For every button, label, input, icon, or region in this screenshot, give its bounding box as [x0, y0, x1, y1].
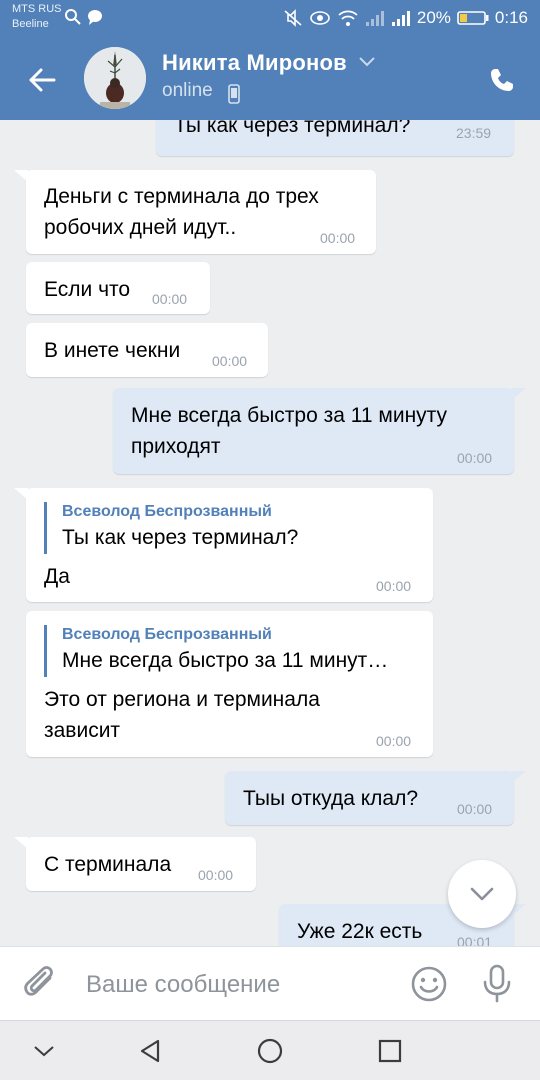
contact-name[interactable]: Никита Миронов — [162, 50, 347, 76]
message-incoming-reply[interactable]: Всеволод Беспрозванный Мне всегда быстро… — [26, 611, 433, 757]
message-time: 23:59 — [456, 125, 492, 141]
message-time: 00:00 — [152, 291, 188, 307]
avatar-image — [84, 47, 146, 109]
bubble-tail — [512, 771, 526, 783]
message-text: Уже 22к есть — [297, 920, 423, 943]
message-text-line-2: зависит — [44, 719, 121, 742]
arrow-left-icon — [29, 68, 56, 92]
chat-bubble-icon — [88, 10, 102, 25]
message-text-line-1: Это от региона и терминала — [44, 688, 320, 711]
message-text: С терминала — [44, 853, 172, 876]
smile-icon — [411, 966, 447, 1002]
notification-icons — [64, 8, 104, 26]
system-navigation-bar — [0, 1020, 540, 1080]
message-list[interactable]: Ты как через терминал? 23:59 Деньги с те… — [0, 120, 540, 946]
quote-author: Всеволод Беспрозванный — [62, 626, 272, 643]
message-incoming[interactable]: В инете чекни 00:00 — [26, 323, 268, 377]
message-outgoing[interactable]: Тыы откуда клал? 00:00 — [225, 771, 526, 825]
call-button[interactable] — [482, 60, 522, 100]
bubble-tail — [512, 904, 526, 916]
message-outgoing[interactable]: Мне всегда быстро за 11 минуту приходят … — [113, 388, 526, 474]
message-time: 00:00 — [320, 230, 356, 246]
quoted-message[interactable]: Всеволод Беспрозванный Мне всегда быстро… — [44, 625, 388, 677]
system-status: 20% 0:16 — [283, 8, 528, 28]
nav-home-button[interactable] — [252, 1033, 288, 1069]
carrier-info: MTS RUS Beeline — [12, 2, 62, 32]
bubble-tail — [14, 170, 28, 182]
search-icon — [65, 9, 81, 25]
chevron-down-icon — [34, 1046, 54, 1057]
message-incoming[interactable]: Если что 00:00 — [26, 262, 210, 314]
message-time: 00:01 — [457, 934, 493, 946]
message-time: 00:00 — [376, 578, 412, 594]
chat-header: Никита Миронов online — [0, 38, 540, 120]
microphone-icon — [483, 964, 511, 1003]
emoji-button[interactable] — [410, 965, 448, 1008]
message-text-line-2: робочих дней идут.. — [44, 216, 237, 239]
bubble-tail — [14, 488, 28, 500]
message-time: 00:00 — [457, 801, 493, 817]
status-bar: MTS RUS Beeline 20% 0:16 — [0, 0, 540, 38]
message-outgoing[interactable]: Ты как через терминал? 23:59 — [156, 120, 514, 156]
message-text: Ты как через терминал? — [174, 120, 411, 137]
message-text: Тыы откуда клал? — [243, 787, 419, 810]
mute-icon — [284, 9, 302, 27]
quote-text: Мне всегда быстро за 11 минут… — [62, 649, 389, 672]
message-incoming[interactable]: Деньги с терминала до трех робочих дней … — [14, 170, 376, 254]
paperclip-icon — [24, 966, 53, 996]
message-text: Да — [44, 565, 70, 588]
phone-icon — [491, 69, 513, 91]
voice-message-button[interactable] — [480, 963, 514, 1010]
carrier-1: MTS RUS — [12, 3, 62, 15]
message-text-line-1: Деньги с терминала до трех — [44, 185, 319, 208]
message-time: 00:00 — [198, 867, 234, 883]
scroll-to-bottom-button[interactable] — [448, 860, 516, 928]
mobile-device-icon — [228, 84, 240, 104]
message-text: Если что — [44, 278, 131, 301]
attach-button[interactable] — [22, 964, 60, 1009]
circle-home-icon — [257, 1038, 283, 1064]
signal-2-icon — [391, 11, 410, 26]
message-composer — [0, 946, 540, 1020]
bubble-tail — [14, 837, 28, 849]
nav-recents-button[interactable] — [372, 1033, 408, 1069]
message-input[interactable] — [86, 965, 396, 1005]
chevron-down-icon — [470, 887, 494, 901]
carrier-2: Beeline — [12, 18, 49, 30]
chevron-down-icon[interactable] — [358, 56, 376, 68]
message-incoming-reply[interactable]: Всеволод Беспрозванный Ты как через терм… — [14, 488, 433, 602]
contact-status: online — [162, 80, 213, 101]
battery-icon — [457, 11, 489, 25]
message-incoming[interactable]: С терминала 00:00 — [14, 837, 256, 891]
avatar[interactable] — [84, 47, 146, 109]
quote-text: Ты как через терминал? — [62, 526, 299, 549]
clock: 0:16 — [494, 8, 528, 27]
bubble-tail — [512, 388, 526, 400]
message-text: В инете чекни — [44, 339, 181, 362]
message-time: 00:00 — [376, 733, 412, 749]
message-text-line-2: приходят — [131, 435, 221, 458]
hide-keyboard-button[interactable] — [26, 1033, 62, 1069]
quote-author: Всеволод Беспрозванный — [62, 503, 272, 520]
signal-1-icon — [365, 11, 384, 26]
wifi-icon — [338, 10, 358, 26]
triangle-back-icon — [140, 1039, 160, 1063]
square-recents-icon — [378, 1039, 402, 1063]
message-text-line-1: Мне всегда быстро за 11 минуту — [131, 404, 448, 427]
back-button[interactable] — [22, 60, 62, 100]
eye-icon — [310, 11, 330, 25]
message-time: 00:00 — [212, 353, 248, 369]
quoted-message[interactable]: Всеволод Беспрозванный Ты как через терм… — [44, 502, 298, 554]
nav-back-button[interactable] — [132, 1033, 168, 1069]
message-time: 00:00 — [457, 450, 493, 466]
battery-percent: 20% — [416, 8, 451, 27]
